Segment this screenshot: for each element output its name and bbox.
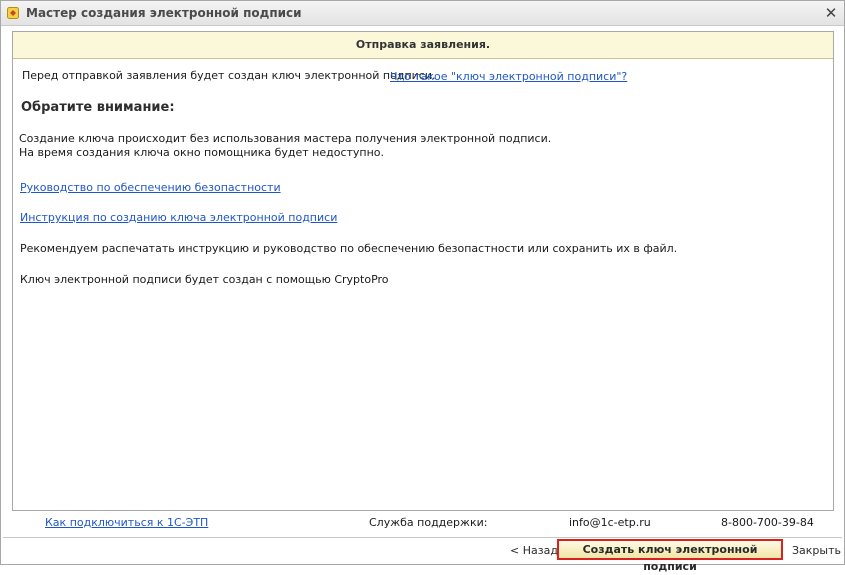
content-panel: Отправка заявления. Перед отправкой заяв… [12, 31, 834, 511]
footer-divider [3, 537, 842, 538]
print-recommendation-text: Рекомендуем распечатать инструкцию и рук… [20, 242, 678, 255]
intro-text: Перед отправкой заявления будет создан к… [22, 69, 436, 82]
attention-heading: Обратите внимание: [21, 100, 175, 115]
attention-line-1: Создание ключа происходит без использова… [19, 132, 552, 145]
key-instruction-link[interactable]: Инструкция по созданию ключа электронной… [20, 211, 337, 224]
security-guide-link[interactable]: Руководство по обеспечению безопастности [20, 181, 281, 194]
create-key-button[interactable]: Создать ключ электронной подписи [557, 539, 783, 573]
app-icon [7, 7, 19, 19]
support-email: info@1c-etp.ru [569, 516, 651, 529]
step-header: Отправка заявления. [13, 32, 833, 59]
what-is-key-link[interactable]: Что такое "ключ электронной подписи"? [390, 70, 627, 83]
attention-line-2: На время создания ключа окно помощника б… [19, 146, 385, 159]
window-title: Мастер создания электронной подписи [26, 6, 302, 20]
back-button[interactable]: < Назад [510, 544, 558, 557]
close-icon[interactable]: ✕ [822, 4, 840, 22]
title-bar: Мастер создания электронной подписи ✕ [1, 1, 844, 26]
cryptopro-text: Ключ электронной подписи будет создан с … [20, 273, 389, 286]
connect-link[interactable]: Как подключиться к 1С-ЭТП [45, 516, 208, 529]
close-button[interactable]: Закрыть [792, 544, 841, 557]
support-phone: 8-800-700-39-84 [721, 516, 814, 529]
wizard-window: Мастер создания электронной подписи ✕ От… [0, 0, 845, 573]
support-label: Служба поддержки: [369, 516, 488, 529]
